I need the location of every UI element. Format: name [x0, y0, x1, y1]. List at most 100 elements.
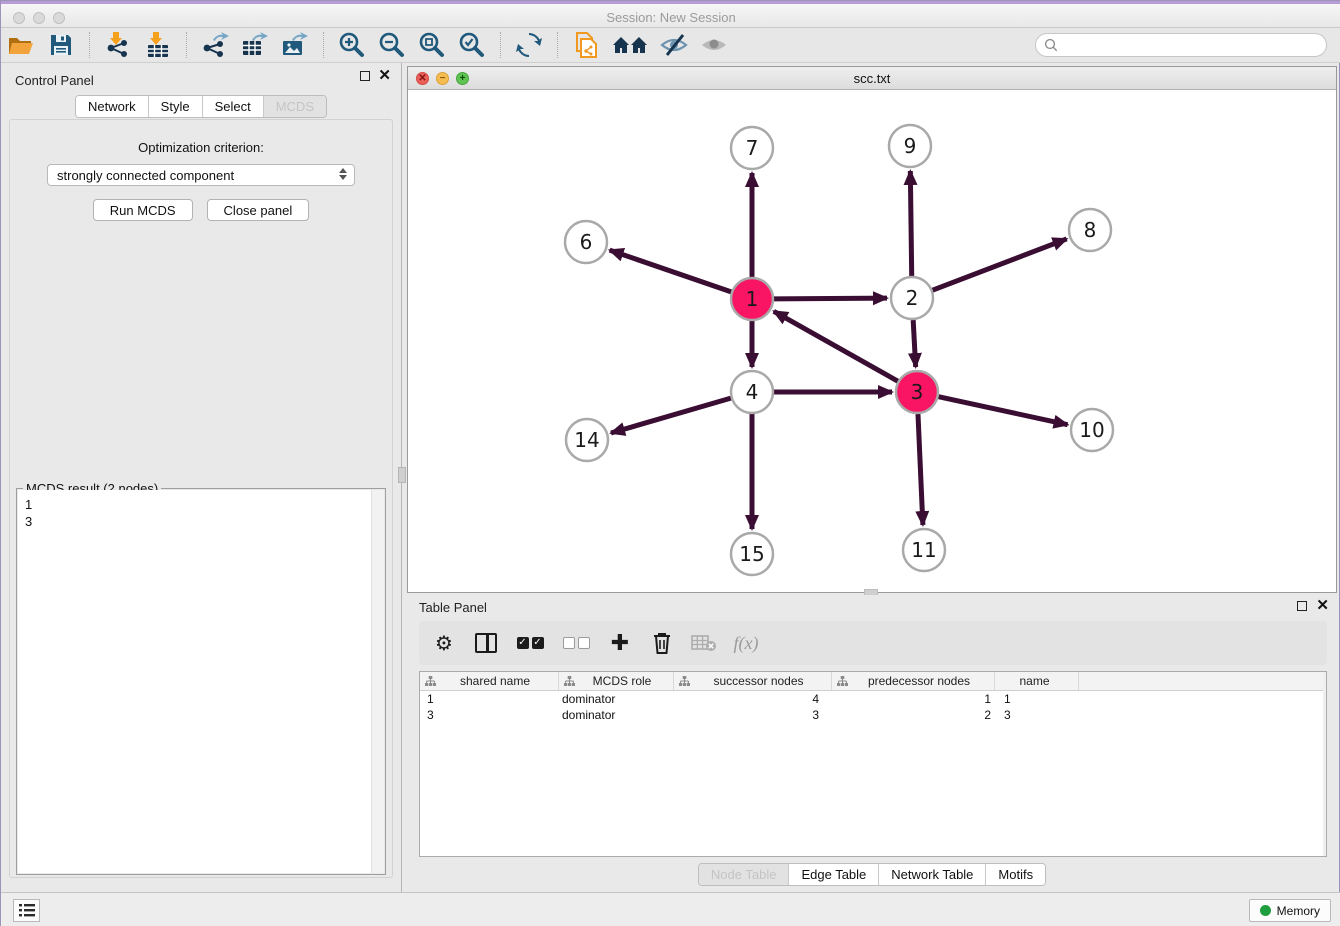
export-image-icon[interactable]	[280, 31, 310, 59]
cell-shared-name[interactable]: 3	[420, 708, 559, 722]
cell-mcds-role[interactable]: dominator	[559, 708, 674, 722]
graph-node-label-8: 8	[1084, 218, 1097, 242]
list-icon	[19, 904, 35, 917]
network-canvas[interactable]: 1234678910111415	[408, 90, 1336, 592]
task-history-button[interactable]	[13, 899, 40, 922]
column-header-name[interactable]: name	[995, 672, 1079, 690]
select-all-checkboxes-icon[interactable]: ✓✓	[515, 630, 545, 656]
import-table-icon[interactable]	[143, 31, 173, 59]
cell-shared-name[interactable]: 1	[420, 692, 559, 706]
add-column-icon[interactable]: ✚	[607, 630, 633, 656]
search-field[interactable]	[1035, 33, 1327, 57]
close-table-panel-icon[interactable]: ✕	[1316, 601, 1329, 611]
show-column-icon[interactable]	[473, 630, 499, 656]
table-panel: Table Panel ✕ ⚙ ✓✓ ✚ f(x) shared name MC…	[407, 595, 1337, 892]
graph-edge-3-1[interactable]	[774, 311, 898, 381]
cell-successor-nodes[interactable]: 4	[674, 692, 832, 706]
cell-predecessor-nodes[interactable]: 2	[832, 708, 995, 722]
toolbar-separator	[557, 32, 558, 58]
graph-edge-4-14[interactable]	[611, 398, 731, 433]
close-panel-icon[interactable]: ✕	[378, 71, 391, 81]
search-input[interactable]	[1058, 35, 1326, 55]
zoom-out-icon[interactable]	[377, 31, 407, 59]
network-window-titlebar[interactable]: ✕ − + scc.txt	[408, 67, 1336, 90]
table-toolbar: ⚙ ✓✓ ✚ f(x)	[419, 621, 1327, 665]
clone-network-icon[interactable]	[571, 31, 601, 59]
memory-button[interactable]: Memory	[1249, 899, 1331, 922]
tab-node-table[interactable]: Node Table	[699, 864, 790, 885]
graph-edge-1-6[interactable]	[610, 250, 732, 292]
graph-edge-2-8[interactable]	[933, 239, 1067, 290]
close-panel-button[interactable]: Close panel	[207, 199, 310, 221]
graph-node-label-2: 2	[906, 286, 919, 310]
cell-predecessor-nodes[interactable]: 1	[832, 692, 995, 706]
show-hidden-icon[interactable]	[699, 31, 729, 59]
zoom-in-icon[interactable]	[337, 31, 367, 59]
graph-edge-1-2[interactable]	[774, 298, 887, 299]
mcds-panel: Optimization criterion: strongly connect…	[9, 119, 393, 878]
column-header-predecessor-nodes[interactable]: predecessor nodes	[832, 672, 995, 690]
cell-name[interactable]: 1	[995, 692, 1079, 706]
tab-select[interactable]: Select	[203, 96, 264, 117]
float-table-panel-icon[interactable]	[1297, 601, 1307, 611]
import-network-icon[interactable]	[103, 31, 133, 59]
result-scrollbar[interactable]	[371, 490, 384, 873]
zoom-fit-icon[interactable]	[417, 31, 447, 59]
memory-label: Memory	[1277, 904, 1320, 918]
toolbar-separator	[89, 32, 90, 58]
hide-selected-icon[interactable]	[659, 31, 689, 59]
delete-table-icon[interactable]	[691, 630, 717, 656]
open-session-icon[interactable]	[6, 31, 36, 59]
criterion-value: strongly connected component	[57, 168, 234, 183]
control-panel-tabs: Network Style Select MCDS	[1, 95, 401, 118]
network-graph[interactable]: 1234678910111415	[408, 90, 1336, 592]
column-header-successor-nodes[interactable]: successor nodes	[674, 672, 832, 690]
graph-edge-3-11[interactable]	[918, 414, 923, 525]
graph-node-label-1: 1	[746, 287, 759, 311]
window-titlebar: Session: New Session	[1, 1, 1340, 28]
cell-mcds-role[interactable]: dominator	[559, 692, 674, 706]
tab-mcds[interactable]: MCDS	[264, 96, 326, 117]
column-header-mcds-role[interactable]: MCDS role	[559, 672, 674, 690]
main-toolbar	[1, 28, 1340, 63]
export-table-icon[interactable]	[240, 31, 270, 59]
result-line: 3	[25, 513, 382, 530]
panel-splitter-handle[interactable]	[398, 467, 406, 483]
criterion-dropdown[interactable]: strongly connected component	[47, 164, 355, 186]
graph-node-label-6: 6	[580, 230, 593, 254]
tab-network-table[interactable]: Network Table	[879, 864, 986, 885]
deselect-all-checkboxes-icon[interactable]	[561, 630, 591, 656]
tab-style[interactable]: Style	[149, 96, 203, 117]
column-header-shared-name[interactable]: shared name	[420, 672, 559, 690]
tab-motifs[interactable]: Motifs	[986, 864, 1045, 885]
graph-edge-2-9[interactable]	[910, 171, 911, 276]
mcds-result-text[interactable]: 1 3	[18, 490, 384, 873]
graph-edge-2-3[interactable]	[913, 320, 916, 367]
refresh-view-icon[interactable]	[514, 31, 544, 59]
delete-column-icon[interactable]	[649, 630, 675, 656]
optimization-criterion-label: Optimization criterion:	[10, 140, 392, 155]
tab-edge-table[interactable]: Edge Table	[789, 864, 879, 885]
mcds-result-box: MCDS result (2 nodes) 1 3	[16, 488, 386, 875]
table-scrollbar[interactable]	[1323, 672, 1326, 856]
graph-node-label-10: 10	[1079, 418, 1104, 442]
cell-successor-nodes[interactable]: 3	[674, 708, 832, 722]
zoom-selected-icon[interactable]	[457, 31, 487, 59]
node-table[interactable]: shared name MCDS role successor nodes pr…	[419, 671, 1327, 857]
save-session-icon[interactable]	[46, 31, 76, 59]
show-all-networks-icon[interactable]	[611, 31, 649, 59]
table-row[interactable]: 3 dominator 3 2 3	[420, 707, 1326, 723]
table-header-row: shared name MCDS role successor nodes pr…	[420, 672, 1326, 691]
run-mcds-button[interactable]: Run MCDS	[93, 199, 193, 221]
table-panel-title: Table Panel	[419, 600, 487, 615]
cell-name[interactable]: 3	[995, 708, 1079, 722]
float-panel-icon[interactable]	[360, 71, 370, 81]
function-builder-icon[interactable]: f(x)	[733, 630, 759, 656]
export-network-icon[interactable]	[200, 31, 230, 59]
column-type-icon	[837, 676, 848, 687]
graph-edge-3-10[interactable]	[938, 397, 1067, 425]
table-options-gear-icon[interactable]: ⚙	[431, 630, 457, 656]
toolbar-separator	[186, 32, 187, 58]
table-row[interactable]: 1 dominator 4 1 1	[420, 691, 1326, 707]
tab-network[interactable]: Network	[76, 96, 149, 117]
